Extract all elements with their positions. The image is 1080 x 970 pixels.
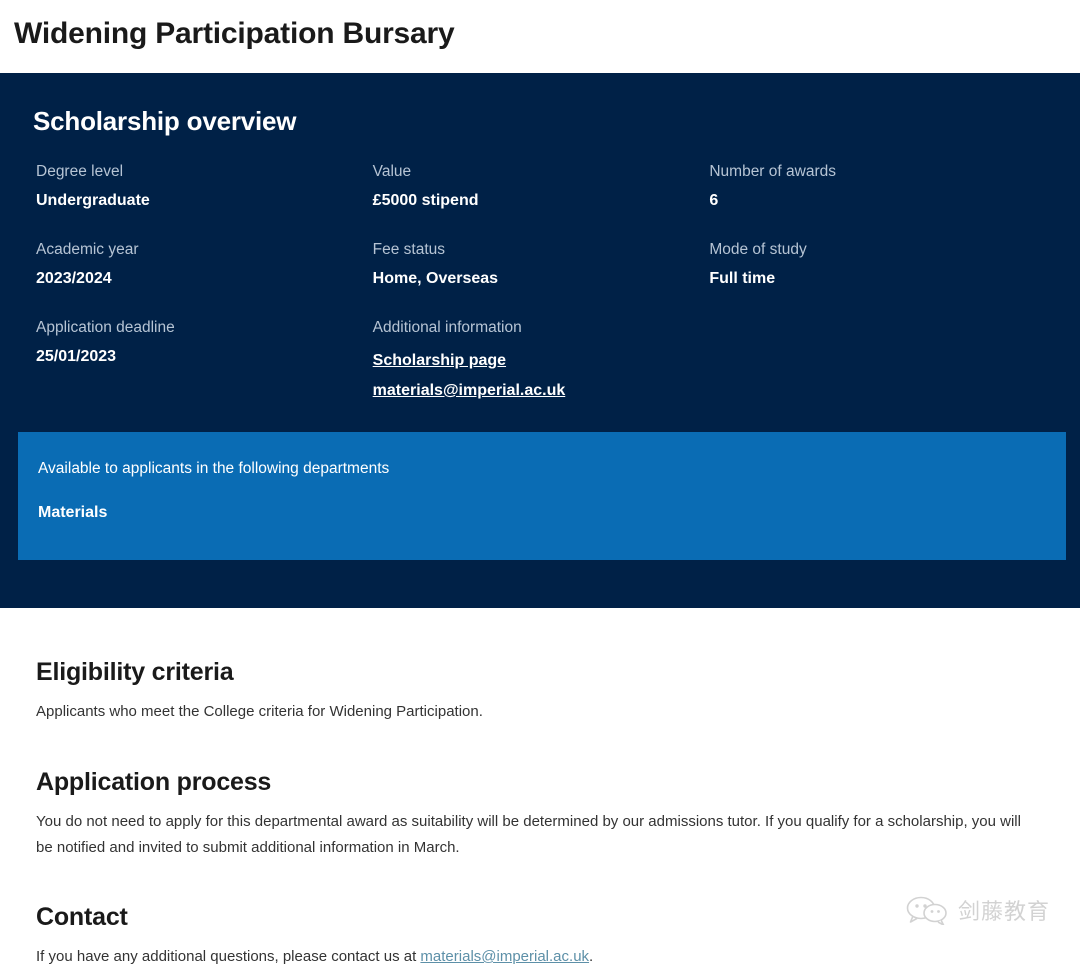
- fact-value-amount: Value £5000 stipend: [373, 161, 710, 239]
- section-eligibility-criteria: Eligibility criteria Applicants who meet…: [36, 608, 1044, 725]
- contact-text-after: .: [589, 948, 594, 965]
- fact-value: 6: [709, 192, 719, 209]
- fact-value: 2023/2024: [36, 270, 112, 287]
- page-title: Widening Participation Bursary: [14, 17, 455, 50]
- fact-application-deadline: Application deadline 25/01/2023: [36, 317, 373, 433]
- overview-heading: Scholarship overview: [33, 106, 297, 136]
- section-application-process: Application process You do not need to a…: [36, 725, 1044, 861]
- fact-number-of-awards: Number of awards 6: [709, 161, 1046, 239]
- fact-value: Undergraduate: [36, 192, 150, 209]
- fact-degree-level: Degree level Undergraduate: [36, 161, 373, 239]
- fact-label: Additional information: [372, 319, 522, 336]
- fact-value: Full time: [709, 270, 776, 287]
- section-contact: Contact If you have any additional quest…: [36, 861, 1044, 970]
- section-body: Applicants who meet the College criteria…: [36, 703, 483, 720]
- departments-intro: Available to applicants in the following…: [38, 460, 390, 477]
- overview-email-link[interactable]: materials@imperial.ac.uk: [373, 376, 710, 406]
- fact-label: Value: [372, 163, 412, 180]
- fact-academic-year: Academic year 2023/2024: [36, 239, 373, 317]
- fact-additional-information: Additional information Scholarship page …: [373, 317, 710, 433]
- fact-mode-of-study: Mode of study Full time: [709, 239, 1046, 317]
- contact-body: If you have any additional questions, pl…: [36, 944, 1032, 970]
- scholarship-overview-panel: Scholarship overview Degree level Underg…: [0, 73, 1080, 608]
- section-heading: Eligibility criteria: [36, 658, 234, 686]
- fact-cell-empty: [709, 317, 1046, 433]
- fact-row: Academic year 2023/2024 Fee status Home,…: [36, 239, 1046, 317]
- section-body: You do not need to apply for this depart…: [36, 813, 1021, 856]
- fact-row: Application deadline 25/01/2023 Addition…: [36, 317, 1046, 433]
- departments-callout: Available to applicants in the following…: [18, 432, 1066, 560]
- contact-email-link[interactable]: materials@imperial.ac.uk: [420, 948, 589, 965]
- fact-label: Fee status: [372, 241, 446, 258]
- fact-value: £5000 stipend: [372, 192, 479, 209]
- overview-fact-grid: Degree level Undergraduate Value £5000 s…: [36, 161, 1046, 433]
- department-item: Materials: [38, 504, 108, 521]
- fact-label: Degree level: [36, 163, 124, 180]
- fact-label: Academic year: [36, 241, 139, 258]
- scholarship-page-link[interactable]: Scholarship page: [373, 346, 710, 376]
- fact-value: 25/01/2023: [36, 348, 117, 365]
- fact-label: Mode of study: [709, 241, 807, 258]
- contact-text-before: If you have any additional questions, pl…: [36, 948, 421, 965]
- fact-row: Degree level Undergraduate Value £5000 s…: [36, 161, 1046, 239]
- fact-label: Number of awards: [709, 163, 836, 180]
- section-heading: Application process: [36, 768, 272, 796]
- section-heading: Contact: [36, 903, 128, 931]
- fact-value: Home, Overseas: [372, 270, 499, 287]
- fact-fee-status: Fee status Home, Overseas: [373, 239, 710, 317]
- body-sections: Eligibility criteria Applicants who meet…: [0, 608, 1080, 970]
- fact-label: Application deadline: [36, 319, 175, 336]
